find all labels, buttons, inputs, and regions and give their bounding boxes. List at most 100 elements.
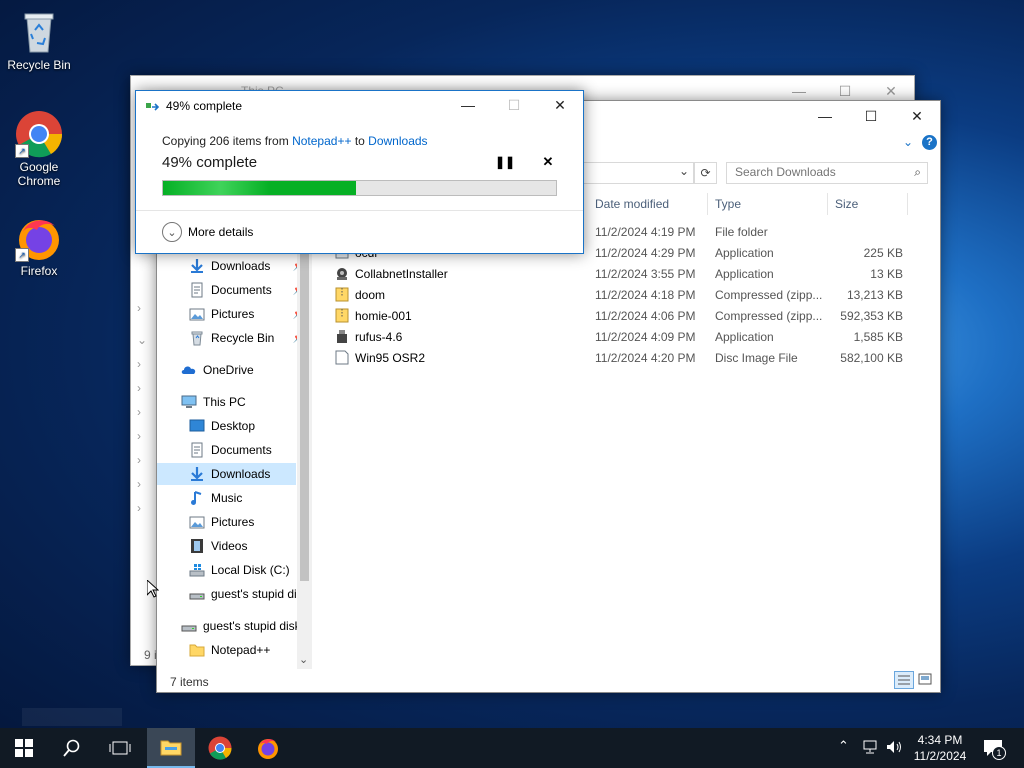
chevron-right-icon[interactable]: › — [137, 472, 147, 496]
taskbar-file-explorer[interactable] — [147, 728, 195, 768]
file-size: 13,213 KB — [846, 288, 903, 302]
file-type: Application — [715, 267, 774, 281]
progress-bar-fill — [163, 181, 356, 195]
chevron-down-icon[interactable]: ⌄ — [137, 328, 147, 352]
expand-chevron-icon: ⌄ — [162, 222, 182, 242]
column-header-type[interactable]: Type — [715, 197, 741, 211]
desktop-icon-firefox[interactable]: ↗ Firefox — [1, 214, 77, 278]
recycle-bin-icon — [189, 330, 205, 346]
nav-guest-disk[interactable]: guest's stupid di — [189, 583, 297, 605]
nav-label: Downloads — [211, 467, 271, 481]
volume-icon[interactable] — [885, 739, 903, 758]
nav-onedrive[interactable]: OneDrive — [181, 359, 254, 381]
action-center-button[interactable]: 1 — [978, 736, 1008, 760]
dialog-divider — [136, 210, 583, 211]
nav-notepadpp[interactable]: Notepad++ — [189, 639, 270, 661]
task-view-button[interactable] — [96, 728, 144, 768]
taskbar-firefox[interactable] — [244, 728, 292, 768]
file-size: 582,100 KB — [840, 351, 903, 365]
chevron-right-icon[interactable]: › — [137, 448, 147, 472]
nav-music[interactable]: Music — [189, 487, 242, 509]
chevron-right-icon[interactable]: › — [137, 296, 147, 320]
chevron-right-icon[interactable]: › — [137, 400, 147, 424]
chevron-right-icon[interactable]: › — [137, 424, 147, 448]
file-row[interactable]: homie-001 11/2/2024 4:06 PM Compressed (… — [329, 305, 919, 326]
details-view-button[interactable] — [894, 671, 914, 689]
clock[interactable]: 4:34 PM 11/2/2024 — [906, 732, 974, 764]
nav-documents[interactable]: Documents — [189, 439, 272, 461]
folder-icon — [189, 642, 205, 658]
search-button[interactable] — [48, 728, 96, 768]
nav-label: Documents — [211, 443, 272, 457]
taskbar-chrome[interactable] — [196, 728, 244, 768]
file-row[interactable]: doom 11/2/2024 4:18 PM Compressed (zipp.… — [329, 284, 919, 305]
search-input[interactable] — [727, 163, 905, 181]
chevron-right-icon[interactable]: › — [137, 352, 147, 376]
nav-quick-documents[interactable]: Documents 📌 — [189, 279, 309, 301]
minimize-button[interactable]: — — [802, 101, 848, 131]
large-icons-view-button[interactable] — [917, 672, 933, 686]
network-icon[interactable] — [862, 739, 880, 758]
maximize-button[interactable]: ☐ — [848, 101, 894, 131]
address-bar[interactable]: ⌄ — [582, 162, 694, 184]
file-row[interactable]: CollabnetInstaller 11/2/2024 3:55 PM App… — [329, 263, 919, 284]
onedrive-cloud-icon — [181, 362, 197, 378]
source-link[interactable]: Notepad++ — [292, 134, 351, 148]
address-dropdown-icon[interactable]: ⌄ — [679, 164, 689, 178]
file-date: 11/2/2024 4:09 PM — [595, 330, 696, 344]
pause-button[interactable]: ❚❚ — [495, 155, 515, 171]
status-item-count: 7 items — [170, 675, 209, 689]
help-icon[interactable]: ? — [922, 135, 937, 150]
scroll-down-arrow-icon[interactable]: ⌄ — [299, 653, 308, 666]
destination-link[interactable]: Downloads — [368, 134, 427, 148]
ribbon-expand-icon[interactable]: ⌄ — [903, 135, 913, 149]
nav-pictures[interactable]: Pictures — [189, 511, 254, 533]
nav-local-disk[interactable]: Local Disk (C:) — [189, 559, 290, 581]
music-note-icon — [189, 490, 205, 506]
column-divider — [707, 193, 708, 215]
file-name: homie-001 — [355, 309, 412, 323]
chevron-right-icon[interactable]: › — [137, 376, 147, 400]
nav-desktop[interactable]: Desktop — [189, 415, 255, 437]
chevron-right-icon[interactable]: › — [137, 496, 147, 520]
nav-scrollbar[interactable]: ⌄ — [297, 251, 312, 669]
close-button[interactable]: ✕ — [894, 101, 940, 131]
start-button[interactable] — [0, 728, 48, 768]
nav-this-pc[interactable]: This PC — [181, 391, 246, 413]
nav-guest-disk-root[interactable]: guest's stupid disk — [181, 615, 301, 637]
nav-quick-pictures[interactable]: Pictures 📌 — [189, 303, 309, 325]
documents-icon — [189, 442, 205, 458]
more-details-label: More details — [188, 225, 254, 239]
nav-downloads-selected[interactable]: Downloads — [157, 463, 296, 485]
nav-label: OneDrive — [203, 363, 254, 377]
desktop-icon-google-chrome[interactable]: ↗ Google Chrome — [1, 110, 77, 188]
nav-quick-recycle-bin[interactable]: Recycle Bin 📌 — [189, 327, 309, 349]
show-hidden-icons-chevron-icon[interactable]: ⌃ — [838, 738, 849, 754]
details-view-icon — [898, 675, 910, 685]
refresh-icon[interactable]: ⟳ — [694, 162, 717, 184]
nav-label: Videos — [211, 539, 248, 553]
column-header-size[interactable]: Size — [835, 197, 858, 211]
copy-progress-dialog[interactable]: 49% complete — ☐ ✕ Copying 206 items fro… — [135, 90, 584, 254]
file-type: File folder — [715, 225, 768, 239]
dialog-minimize-button[interactable]: — — [445, 91, 491, 119]
column-header-date[interactable]: Date modified — [595, 197, 669, 211]
file-list: 11/2/2024 4:19 PM File folder ocdr 11/2/… — [329, 221, 919, 521]
progress-bar — [162, 180, 557, 196]
cancel-button[interactable]: ✕ — [540, 154, 556, 170]
task-view-icon — [109, 741, 131, 755]
search-box[interactable]: ⌕ — [726, 162, 928, 184]
back-window-status: 9 i — [144, 648, 157, 662]
computer-icon — [181, 394, 197, 410]
dialog-close-button[interactable]: ✕ — [537, 91, 583, 119]
installer-icon — [335, 266, 349, 281]
file-name: rufus-4.6 — [355, 330, 403, 344]
nav-quick-downloads[interactable]: Downloads 📌 — [189, 255, 309, 277]
more-details-toggle[interactable]: ⌄ More details — [162, 222, 253, 242]
nav-videos[interactable]: Videos — [189, 535, 247, 557]
drive-icon — [189, 586, 205, 602]
desktop-icon-recycle-bin[interactable]: Recycle Bin — [1, 8, 77, 72]
file-row[interactable]: Win95 OSR2 11/2/2024 4:20 PM Disc Image … — [329, 347, 919, 368]
scrollbar-thumb[interactable] — [300, 251, 309, 581]
file-row[interactable]: rufus-4.6 11/2/2024 4:09 PM Application … — [329, 326, 919, 347]
